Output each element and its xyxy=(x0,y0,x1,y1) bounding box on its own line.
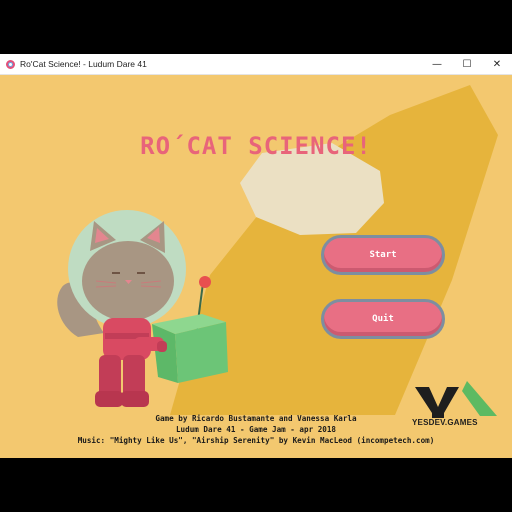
logo-a-shape xyxy=(462,381,497,416)
start-button[interactable]: Start xyxy=(321,235,445,275)
boot-left xyxy=(95,391,123,407)
app-icon xyxy=(6,59,15,69)
credits-line: Music: "Mighty Like Us", "Airship Sereni… xyxy=(77,436,435,445)
maximize-button[interactable]: ☐ xyxy=(452,54,482,74)
maximize-icon: ☐ xyxy=(462,58,472,70)
suit-hand xyxy=(157,341,167,352)
game-window: Ro'Cat Science! - Ludum Dare 41 — ☐ ✕ RO… xyxy=(0,54,512,458)
antenna-ball xyxy=(199,276,211,288)
close-button[interactable]: ✕ xyxy=(482,54,512,74)
quit-button-label: Quit xyxy=(372,314,394,324)
quit-button[interactable]: Quit xyxy=(321,299,445,339)
window-title: Ro'Cat Science! - Ludum Dare 41 xyxy=(20,59,147,69)
minimize-icon: — xyxy=(432,58,442,70)
close-icon: ✕ xyxy=(492,58,502,70)
game-title: RO´CAT SCIENCE! xyxy=(140,132,372,160)
boot-right xyxy=(121,391,149,407)
credits-line: Game by Ricardo Bustamante and Vanessa K… xyxy=(155,414,357,423)
title-bar[interactable]: Ro'Cat Science! - Ludum Dare 41 — ☐ ✕ xyxy=(0,54,512,75)
minimize-button[interactable]: — xyxy=(422,54,452,74)
credits-block: Game by Ricardo Bustamante and Vanessa K… xyxy=(0,413,512,446)
start-button-label: Start xyxy=(369,250,397,260)
window-controls: — ☐ ✕ xyxy=(422,54,512,74)
game-canvas: RO´CAT SCIENCE! Start Quit YESDEV.GAMES … xyxy=(0,75,512,458)
credits-line: Ludum Dare 41 - Game Jam - apr 2018 xyxy=(175,425,336,434)
